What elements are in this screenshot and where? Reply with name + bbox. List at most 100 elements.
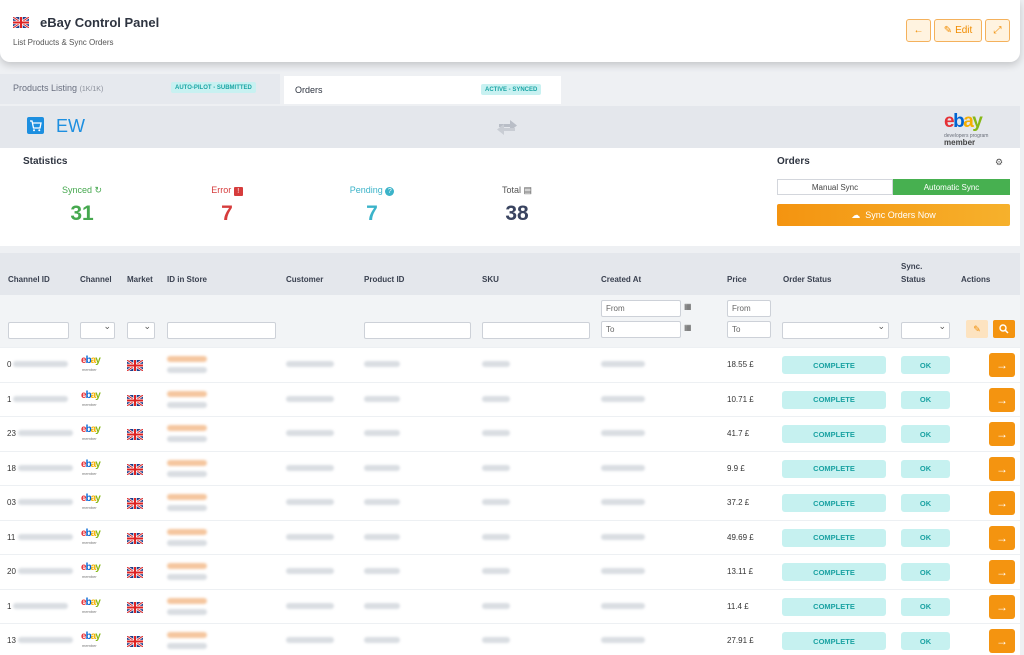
filter-row: From ▦ To ▦ From To [0,295,1020,347]
edit-icon: ✎ [943,25,953,36]
store-id-redacted[interactable] [167,597,207,604]
sync-status-badge: OK [901,632,950,650]
ebay-channel-logo: ebay [81,631,101,642]
store-band: EW ebay developers program member [0,106,1020,148]
price-cell: 41.7 £ [727,429,750,438]
sync-status-badge: OK [901,528,950,547]
sync-status-badge: OK [901,494,950,512]
customer-redacted [286,499,334,505]
uk-flag-icon [127,601,143,613]
store-id-redacted[interactable] [167,528,207,535]
tab-orders[interactable]: Orders ACTIVE - SYNCED [284,76,561,104]
uk-flag-icon [127,429,143,440]
open-order-button[interactable]: → [989,629,1015,653]
channel-id-redacted [18,568,73,574]
channel-id-cell: 1 [7,601,12,611]
price-cell: 27.91 £ [727,636,754,645]
open-order-button[interactable]: → [989,456,1015,481]
search-button[interactable] [993,320,1015,338]
store-id-redacted[interactable] [167,390,207,397]
price-cell: 11.4 £ [727,601,749,611]
sync-status-badge: OK [901,563,950,581]
clear-filters-button[interactable]: ✎ [966,320,988,338]
arrow-left-icon: ← [913,25,924,36]
store-id-sub-redacted [167,643,207,649]
customer-redacted [286,602,334,609]
filter-channel-id[interactable] [8,322,69,339]
error-icon: ! [233,187,243,196]
open-order-button[interactable]: → [989,422,1015,446]
price-cell: 9.9 £ [727,463,745,473]
channel-id-redacted [13,395,68,402]
created-at-redacted [601,602,645,609]
table-row: 23 ebay member 41.7 £ COMPLETE OK → [0,416,1020,451]
store-id-redacted[interactable] [167,632,207,638]
open-order-button[interactable]: → [989,594,1015,619]
filter-channel-select[interactable] [80,321,115,339]
sku-redacted [482,637,510,643]
stat-pending: Pending ? 7 [327,185,417,226]
eraser-icon: ✎ [973,323,981,334]
filter-date-to[interactable]: To [601,321,681,338]
filter-sku[interactable] [482,322,590,339]
calendar-icon[interactable]: ▦ [684,302,692,311]
question-icon: ? [385,187,395,196]
col-price: Price [727,275,747,284]
ebay-channel-logo: ebay [81,424,101,435]
expand-button[interactable]: ⤢ [985,19,1010,42]
customer-redacted [286,568,334,574]
filter-product-id[interactable] [364,322,471,339]
store-id-redacted[interactable] [167,356,207,362]
uk-flag-icon [127,394,143,406]
filter-date-from[interactable]: From [601,300,681,317]
filter-price-from[interactable]: From [727,300,771,317]
store-id-sub-redacted [167,367,207,373]
ebay-channel-logo-member: member [82,539,97,545]
store-id-sub-redacted [167,574,207,580]
uk-flag-icon [127,360,143,371]
edit-button[interactable]: ✎ Edit [934,19,982,42]
col-order-status: Order Status [783,275,832,284]
order-status-badge: COMPLETE [782,425,886,443]
store-id-sub-redacted [167,470,207,477]
store-id-redacted[interactable] [167,563,207,569]
open-order-button[interactable]: → [989,525,1015,550]
filter-price-to[interactable]: To [727,321,771,338]
customer-redacted [286,533,334,540]
back-button[interactable]: ← [906,19,931,42]
filter-order-status-select[interactable] [782,321,889,339]
cloud-sync-icon: ☁ [851,209,861,220]
product-id-redacted [364,602,400,609]
statistics-panel: Statistics Synced ↻ 31 Error ! 7 Pending… [0,148,1020,246]
col-created-at: Created At [601,275,642,284]
open-order-button[interactable]: → [989,353,1015,377]
tab-products-label: Products Listing [13,83,78,93]
created-at-redacted [601,499,645,505]
open-order-button[interactable]: → [989,387,1015,412]
channel-id-cell: 13 [7,636,16,645]
arrow-right-icon: → [996,634,1008,648]
ebay-channel-logo: ebay [81,527,101,539]
filter-id-in-store[interactable] [167,322,276,339]
filter-market-select[interactable] [127,321,155,339]
manual-sync-toggle[interactable]: Manual Sync [777,179,893,195]
calendar-icon[interactable]: ▦ [684,323,692,332]
store-id-redacted[interactable] [167,425,207,431]
store-id-redacted[interactable] [167,459,207,466]
created-at-redacted [601,533,645,540]
filter-sync-status-select[interactable] [901,321,950,339]
sync-orders-button[interactable]: ☁ Sync Orders Now [777,204,1010,226]
gear-icon[interactable]: ⚙ [995,157,1003,168]
stat-pending-value: 7 [366,202,378,225]
sku-redacted [482,464,510,471]
channel-id-redacted [18,533,73,540]
open-order-button[interactable]: → [989,491,1015,515]
stat-total: Total ▤ 38 [472,185,562,226]
ebay-channel-logo-member: member [82,436,97,441]
store-id-redacted[interactable] [167,494,207,500]
open-order-button[interactable]: → [989,560,1015,584]
channel-id-redacted [18,430,73,436]
automatic-sync-toggle[interactable]: Automatic Sync [893,179,1010,195]
tab-products-listing[interactable]: Products Listing (1K/1K) AUTO-PILOT - SU… [0,74,280,104]
col-sync: Sync. [901,262,923,271]
